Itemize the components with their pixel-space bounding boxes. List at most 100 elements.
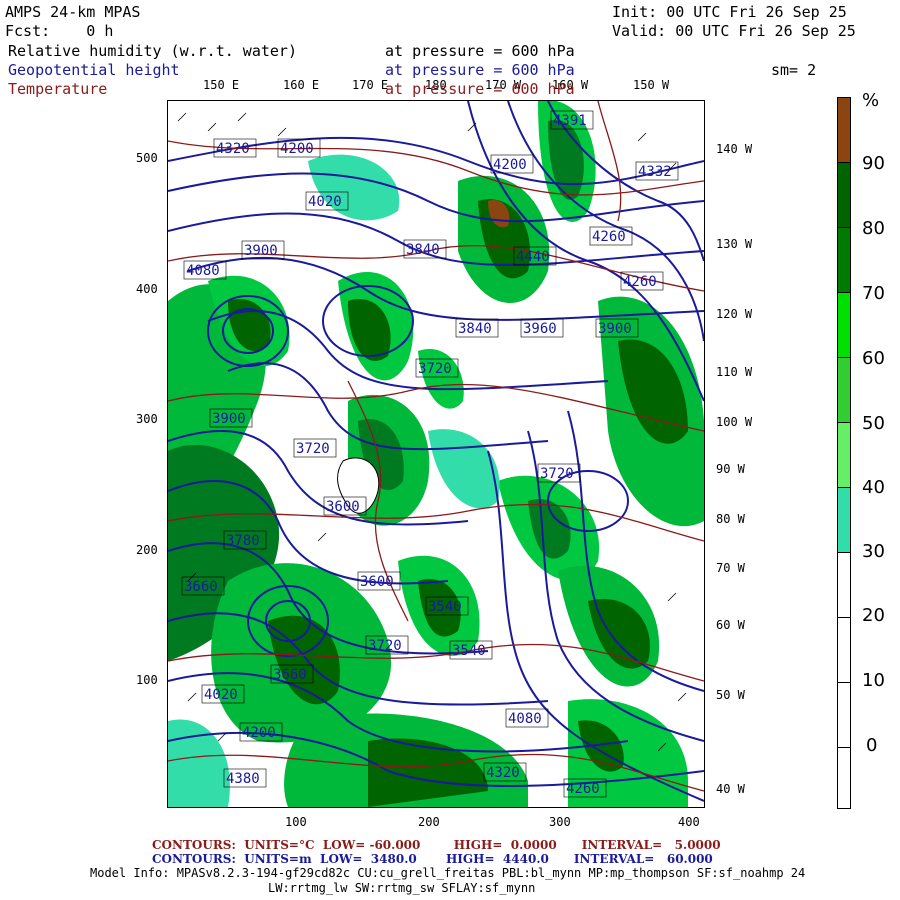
svg-text:3900: 3900 (598, 321, 632, 337)
colorbar-seg-0-10 (837, 682, 851, 747)
valid-value: 00 UTC Fri 26 Sep 25 (675, 22, 856, 40)
contour-label: 4260 (620, 271, 664, 291)
svg-text:3600: 3600 (360, 574, 394, 590)
fcst-value: 0 h (86, 22, 114, 40)
svg-text:4020: 4020 (204, 687, 238, 703)
contour-label: 3600 (323, 496, 367, 516)
footer-units: UNITS=m (244, 852, 312, 866)
footer-interval: INTERVAL= 60.000 (573, 852, 713, 866)
colorbar-label: 50 (862, 413, 885, 434)
footer-high: HIGH= 0.0000 (453, 838, 557, 852)
contour-label: 4260 (563, 778, 607, 798)
colorbar-seg-80-90 (837, 162, 851, 227)
svg-text:3900: 3900 (244, 243, 278, 259)
pressure-value: 600 hPa (511, 42, 575, 60)
colorbar-seg-30-40 (837, 487, 851, 552)
svg-text:3960: 3960 (523, 321, 557, 337)
colorbar-label: 90 (862, 153, 885, 174)
colorbar-seg-90-100 (837, 97, 851, 162)
contour-label: 3660 (181, 576, 225, 596)
contour-label: 4020 (305, 191, 349, 211)
contour-label: 3660 (270, 664, 314, 684)
footer-height-contours: CONTOURS: UNITS=m LOW= 3480.0 HIGH= 4440… (152, 852, 713, 866)
colorbar (837, 97, 851, 809)
contour-label: 4200 (277, 138, 321, 158)
svg-text:4260: 4260 (592, 229, 626, 245)
svg-text:3780: 3780 (226, 533, 260, 549)
contour-label: 4380 (223, 768, 267, 788)
pressure-value: 600 hPa (511, 80, 575, 98)
y-tick-label: 500 (136, 151, 158, 165)
lon-label: 150 W (633, 78, 670, 92)
colorbar-seg-40-50 (837, 422, 851, 487)
model-title: AMPS 24-km MPAS (5, 3, 141, 21)
contour-label: 4080 (505, 708, 549, 728)
lon-label: 130 W (716, 237, 753, 251)
x-tick-label: 300 (549, 815, 571, 829)
svg-text:3720: 3720 (540, 466, 574, 482)
contour-label: 4320 (483, 762, 527, 782)
colorbar-label: 40 (862, 477, 885, 498)
svg-text:4260: 4260 (623, 274, 657, 290)
contour-label: 4440 (513, 246, 557, 266)
pressure-prefix: at pressure = (385, 61, 503, 79)
x-tick-label: 200 (418, 815, 440, 829)
pressure-value: 600 hPa (511, 61, 575, 79)
svg-text:4080: 4080 (186, 263, 220, 279)
lon-label: 150 E (203, 78, 240, 92)
footer-units: UNITS=°C (244, 838, 315, 852)
y-tick-label: 100 (136, 673, 158, 687)
contour-label: 3720 (293, 438, 337, 458)
map-svg: 4320 4200 4391 4332 4020 4200 4440 4260 … (168, 101, 704, 807)
contour-label: 4320 (213, 138, 257, 158)
colorbar-seg-50-60 (837, 357, 851, 422)
contour-label: 3900 (595, 318, 639, 338)
svg-text:4020: 4020 (308, 194, 342, 210)
svg-text:3540: 3540 (452, 643, 486, 659)
footer-contours-label: CONTOURS: (152, 838, 236, 852)
footer-low: LOW= 3480.0 (320, 852, 417, 866)
svg-text:3840: 3840 (406, 242, 440, 258)
lon-label: 100 W (716, 415, 753, 429)
lon-label: 60 W (716, 618, 745, 632)
valid-time: Valid: 00 UTC Fri 26 Sep 25 (612, 22, 856, 40)
colorbar-label: 70 (862, 283, 885, 304)
contour-label: 4200 (239, 722, 283, 742)
colorbar-label: 30 (862, 541, 885, 562)
svg-text:3840: 3840 (458, 321, 492, 337)
y-tick-label: 300 (136, 412, 158, 426)
forecast-label: Fcst: 0 h (5, 22, 113, 40)
colorbar-label: 80 (862, 218, 885, 239)
colorbar-seg-10-20 (837, 617, 851, 682)
contour-label: 4200 (490, 154, 534, 174)
smoothing-label: sm= 2 (771, 61, 817, 79)
lon-label: 110 W (716, 365, 753, 379)
lon-label: 40 W (716, 782, 745, 796)
pressure-prefix: at pressure = (385, 80, 503, 98)
field-height-label: Geopotential height (8, 61, 180, 79)
init-time: Init: 00 UTC Fri 26 Sep 25 (612, 3, 847, 21)
contour-label: 3900 (241, 240, 285, 260)
svg-text:3720: 3720 (418, 361, 452, 377)
fcst-label: Fcst: (5, 22, 51, 40)
field-temp-label: Temperature (8, 80, 108, 98)
lon-label: 160 E (283, 78, 320, 92)
colorbar-seg-below-0 (837, 747, 851, 809)
lon-label: 170 E (352, 78, 389, 92)
pressure-prefix: at pressure = (385, 42, 503, 60)
colorbar-label: 60 (862, 348, 885, 369)
contour-label: 4391 (550, 110, 594, 130)
svg-text:4200: 4200 (493, 157, 527, 173)
lon-label: 50 W (716, 688, 745, 702)
colorbar-seg-70-80 (837, 227, 851, 292)
contour-label: 3720 (365, 635, 409, 655)
contour-label: 3600 (357, 571, 401, 591)
x-tick-label: 100 (285, 815, 307, 829)
valid-label: Valid: (612, 22, 667, 40)
footer-interval: INTERVAL= 5.0000 (581, 838, 721, 852)
lon-label: 120 W (716, 307, 753, 321)
svg-text:3540: 3540 (428, 599, 462, 615)
contour-label: 4020 (201, 684, 245, 704)
svg-text:3720: 3720 (296, 441, 330, 457)
svg-text:4440: 4440 (516, 249, 550, 265)
